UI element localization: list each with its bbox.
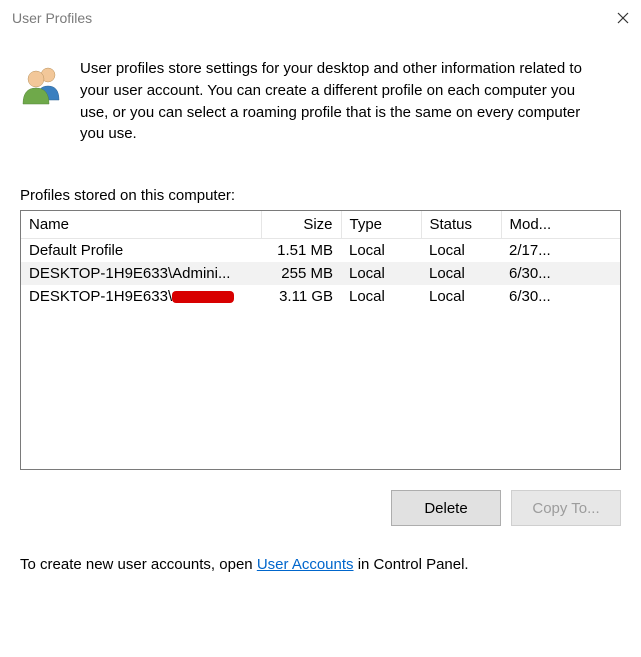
user-profiles-dialog: User Profiles User profiles store settin… — [0, 0, 641, 657]
footnote-after: in Control Panel. — [354, 556, 469, 573]
cell-size: 1.51 MB — [261, 239, 341, 263]
cell-size: 3.11 GB — [261, 285, 341, 308]
cell-modified: 6/30... — [501, 262, 620, 285]
redacted-username — [172, 291, 234, 303]
close-button[interactable] — [589, 12, 629, 24]
col-header-modified[interactable]: Mod... — [501, 211, 620, 239]
col-header-status[interactable]: Status — [421, 211, 501, 239]
button-row: Delete Copy To... — [20, 490, 621, 526]
titlebar: User Profiles — [0, 0, 641, 36]
col-header-type[interactable]: Type — [341, 211, 421, 239]
profiles-listbox[interactable]: Name Size Type Status Mod... Default Pro… — [20, 210, 621, 470]
footnote-before: To create new user accounts, open — [20, 556, 257, 573]
cell-status: Local — [421, 262, 501, 285]
cell-type: Local — [341, 285, 421, 308]
delete-button[interactable]: Delete — [391, 490, 501, 526]
profile-row[interactable]: Default Profile1.51 MBLocalLocal2/17... — [21, 239, 620, 263]
cell-status: Local — [421, 239, 501, 263]
profile-row[interactable]: DESKTOP-1H9E633\Admini...255 MBLocalLoca… — [21, 262, 620, 285]
footnote: To create new user accounts, open User A… — [20, 556, 621, 573]
users-icon — [20, 58, 64, 145]
section-label: Profiles stored on this computer: — [20, 187, 621, 204]
cell-name: Default Profile — [21, 239, 261, 263]
cell-name: DESKTOP-1H9E633\ — [21, 285, 261, 308]
cell-modified: 2/17... — [501, 239, 620, 263]
col-header-name[interactable]: Name — [21, 211, 261, 239]
intro-text: User profiles store settings for your de… — [80, 58, 611, 145]
cell-type: Local — [341, 239, 421, 263]
cell-status: Local — [421, 285, 501, 308]
user-accounts-link[interactable]: User Accounts — [257, 556, 354, 573]
cell-name: DESKTOP-1H9E633\Admini... — [21, 262, 261, 285]
cell-type: Local — [341, 262, 421, 285]
intro-block: User profiles store settings for your de… — [20, 40, 621, 149]
column-headers: Name Size Type Status Mod... — [21, 211, 620, 239]
profile-row[interactable]: DESKTOP-1H9E633\3.11 GBLocalLocal6/30... — [21, 285, 620, 308]
cell-size: 255 MB — [261, 262, 341, 285]
close-icon — [617, 12, 629, 24]
cell-modified: 6/30... — [501, 285, 620, 308]
copy-to-button[interactable]: Copy To... — [511, 490, 621, 526]
col-header-size[interactable]: Size — [261, 211, 341, 239]
window-title: User Profiles — [12, 10, 589, 26]
